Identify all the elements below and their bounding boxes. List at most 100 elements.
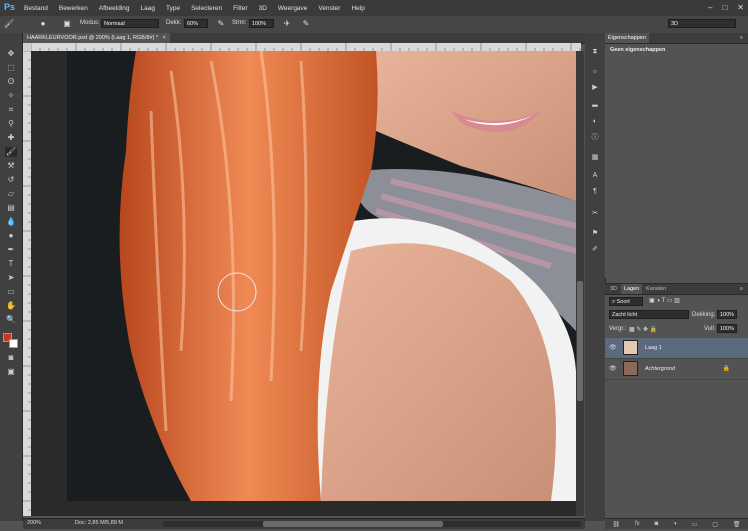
group-icon[interactable]: ▭: [692, 521, 698, 528]
brush-presets-icon[interactable]: ✐: [590, 245, 600, 255]
opacity-label-layers: Dekking:: [692, 312, 716, 318]
new-layer-icon[interactable]: ▢: [712, 521, 718, 528]
menu-type[interactable]: Type: [166, 5, 180, 12]
mode-select[interactable]: Normaal: [101, 19, 159, 28]
marquee-tool-icon[interactable]: ⬚: [5, 63, 17, 73]
link-icon[interactable]: ⛓: [612, 521, 620, 528]
maximize-button[interactable]: □: [722, 3, 727, 12]
info-icon[interactable]: ⓘ: [590, 133, 600, 143]
panel-menu-icon[interactable]: ≡: [737, 33, 746, 43]
close-tab-icon[interactable]: ×: [163, 35, 166, 41]
brush-size-picker-icon[interactable]: ●: [38, 19, 48, 29]
vertical-scrollbar[interactable]: [576, 51, 584, 516]
navigator-icon[interactable]: ◐: [590, 117, 600, 127]
trash-icon[interactable]: 🗑: [733, 521, 741, 528]
gradient-tool-icon[interactable]: ▤: [5, 203, 17, 213]
document-tab[interactable]: HAARKLEURVOOR.psd @ 200% (Laag 1, RGB/8#…: [23, 33, 170, 43]
menu-laag[interactable]: Laag: [141, 5, 155, 12]
layers-menu-icon[interactable]: ≡: [737, 284, 746, 294]
horizontal-scroll-thumb[interactable]: [263, 521, 443, 527]
shape-tool-icon[interactable]: ▭: [5, 287, 17, 297]
layers-footer: ⛓ fx ◙ ◑ ▭ ▢ 🗑: [605, 518, 748, 529]
blend-mode-select[interactable]: Zacht licht: [609, 310, 689, 319]
adjustment-icon[interactable]: ◑: [673, 521, 677, 527]
clone-source-icon[interactable]: ⚑: [590, 229, 600, 239]
swatches-icon[interactable]: ▦: [590, 153, 600, 163]
menu-afbeelding[interactable]: Afbeelding: [99, 5, 130, 12]
layer-opacity-field[interactable]: 100%: [717, 310, 737, 319]
layer-fill-field[interactable]: 100%: [717, 324, 737, 333]
crop-tool-icon[interactable]: ⌗: [5, 105, 17, 115]
paragraph-icon[interactable]: ¶: [590, 187, 600, 197]
mask-icon[interactable]: ◙: [655, 521, 659, 527]
tab-3d[interactable]: 3D: [607, 284, 620, 294]
actions-icon[interactable]: ▶: [590, 83, 600, 93]
zoom-level[interactable]: 200%: [27, 520, 41, 526]
eyedropper-tool-icon[interactable]: ⚲: [5, 119, 17, 129]
layer-name[interactable]: Laag 1: [645, 345, 662, 351]
adjustments-icon[interactable]: ☼: [590, 67, 600, 77]
histogram-icon[interactable]: ▂: [590, 99, 600, 109]
pressure-opacity-icon[interactable]: ✎: [216, 19, 226, 29]
menu-venster[interactable]: Venster: [318, 5, 340, 12]
workspace-select[interactable]: 3D: [668, 19, 736, 28]
dodge-tool-icon[interactable]: ●: [5, 231, 17, 241]
tab-properties[interactable]: Eigenschappen: [605, 33, 649, 43]
filter-icons[interactable]: ▣ ◑ T ▭ ▥: [649, 297, 680, 304]
quick-mask-icon[interactable]: ◙: [5, 353, 17, 363]
layer-row-achtergrond[interactable]: 👁 Achtergrond 🔒: [605, 359, 748, 380]
fill-label: Vull:: [704, 326, 716, 332]
menu-3d[interactable]: 3D: [259, 5, 267, 12]
menu-weergave[interactable]: Weergave: [278, 5, 308, 12]
properties-tabs: Eigenschappen ≡: [605, 33, 748, 44]
airbrush-icon[interactable]: ✈: [282, 19, 292, 29]
eye-icon[interactable]: 👁: [609, 365, 617, 372]
character-icon[interactable]: A: [590, 171, 600, 181]
background-color-swatch[interactable]: [9, 339, 18, 348]
menu-bewerken[interactable]: Bewerken: [59, 5, 88, 12]
tab-layers[interactable]: Lagen: [621, 284, 643, 294]
menu-help[interactable]: Help: [351, 5, 364, 12]
horizontal-scrollbar[interactable]: [163, 521, 581, 527]
eye-icon[interactable]: 👁: [609, 344, 617, 351]
close-button[interactable]: ✕: [737, 3, 744, 12]
brush-tool-icon[interactable]: 🖌: [5, 147, 17, 157]
layer-row-laag-1[interactable]: 👁 Laag 1: [605, 338, 748, 359]
menu-bar: Ps Bestand Bewerken Afbeelding Laag Type…: [0, 0, 748, 17]
menu-items: Bestand Bewerken Afbeelding Laag Type Se…: [24, 0, 376, 16]
layer-name[interactable]: Achtergrond: [645, 366, 675, 372]
eraser-tool-icon[interactable]: ▱: [5, 189, 17, 199]
menu-selecteren[interactable]: Selecteren: [191, 5, 222, 12]
opacity-field[interactable]: 60%: [184, 19, 208, 28]
layer-filter-select[interactable]: ⌕ Soort: [609, 297, 643, 306]
tool-presets-icon[interactable]: ✂: [590, 209, 600, 219]
clone-stamp-tool-icon[interactable]: ⚒: [5, 161, 17, 171]
fx-icon[interactable]: fx: [635, 521, 640, 527]
hand-tool-icon[interactable]: ✋: [5, 301, 17, 311]
pressure-size-icon[interactable]: ✎: [301, 19, 311, 29]
history-brush-tool-icon[interactable]: ↺: [5, 175, 17, 185]
menu-filter[interactable]: Filter: [233, 5, 247, 12]
status-bar: 200% Doc: 2,85 M/5,89 M: [23, 518, 585, 529]
tab-channels[interactable]: Kanalen: [643, 284, 669, 294]
move-tool-icon[interactable]: ✥: [5, 49, 17, 59]
brush-panel-toggle-icon[interactable]: ▣: [62, 19, 72, 29]
properties-panel: Eigenschappen ≡ Geen eigenschappen: [605, 33, 748, 278]
pen-tool-icon[interactable]: ✒: [5, 245, 17, 255]
screen-mode-icon[interactable]: ▣: [5, 367, 17, 377]
lock-icons[interactable]: ▦ ✎ ✥ 🔒: [629, 326, 657, 333]
menu-bestand[interactable]: Bestand: [24, 5, 48, 12]
brush-preset-icon[interactable]: 🖌: [4, 19, 14, 29]
healing-brush-tool-icon[interactable]: ✚: [5, 133, 17, 143]
path-select-tool-icon[interactable]: ➤: [5, 273, 17, 283]
flow-field[interactable]: 100%: [249, 19, 274, 28]
vertical-scroll-thumb[interactable]: [577, 281, 583, 401]
blur-tool-icon[interactable]: 💧: [5, 217, 17, 227]
zoom-tool-icon[interactable]: 🔍: [5, 315, 17, 325]
document-canvas[interactable]: [31, 51, 576, 516]
quick-select-tool-icon[interactable]: ✧: [5, 91, 17, 101]
lasso-tool-icon[interactable]: ʘ: [5, 77, 17, 87]
history-icon[interactable]: ⧗: [590, 47, 600, 57]
minimize-button[interactable]: –: [708, 3, 712, 12]
type-tool-icon[interactable]: T: [5, 259, 17, 269]
